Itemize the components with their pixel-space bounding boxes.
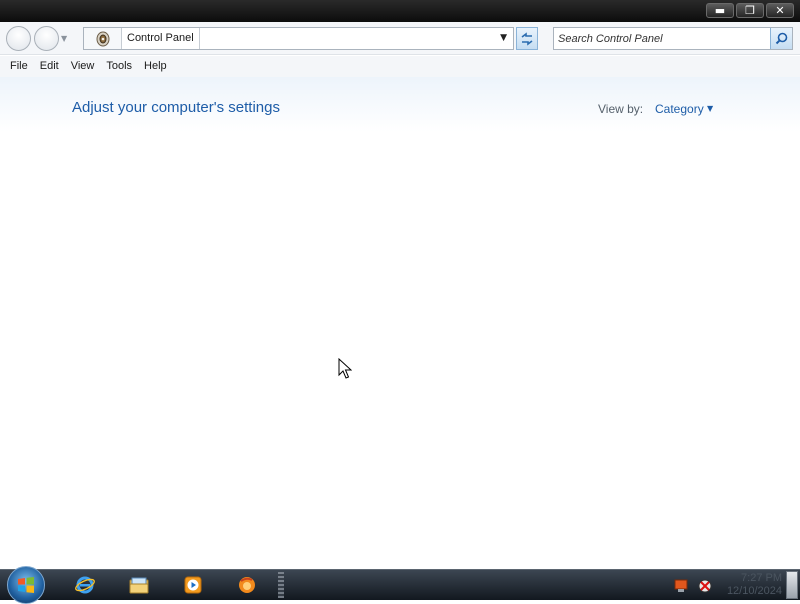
mouse-cursor-icon [338, 357, 353, 384]
taskbar-grip[interactable] [278, 572, 284, 598]
control-panel-content: Adjust your computer's settings View by:… [0, 77, 800, 569]
window-titlebar[interactable]: ▬ ❐ ✕ [0, 0, 800, 22]
view-by-label: View by: [598, 102, 644, 116]
windows-logo-icon [18, 577, 34, 593]
search-icon [775, 32, 788, 45]
menu-tools[interactable]: Tools [100, 56, 138, 77]
chevron-down-icon[interactable]: ▼ [707, 104, 713, 113]
search-input[interactable] [558, 30, 768, 47]
restore-button[interactable]: ❐ [736, 3, 764, 18]
menu-view[interactable]: View [65, 56, 101, 77]
search-box[interactable] [553, 27, 793, 50]
media-player-icon[interactable] [183, 575, 203, 595]
minimize-button[interactable]: ▬ [706, 3, 734, 18]
refresh-button[interactable] [516, 27, 538, 50]
forward-button[interactable] [34, 26, 59, 51]
start-button[interactable] [7, 566, 45, 604]
menu-help[interactable]: Help [138, 56, 173, 77]
network-icon[interactable] [698, 578, 712, 593]
search-button[interactable] [770, 28, 792, 49]
firefox-icon[interactable] [237, 575, 257, 595]
action-center-icon[interactable] [674, 578, 688, 592]
system-clock[interactable]: 7:27 PM 12/10/2024 [720, 572, 782, 598]
menu-bar: File Edit View Tools Help [0, 56, 800, 77]
menu-edit[interactable]: Edit [34, 56, 65, 77]
breadcrumb-control-panel[interactable]: Control Panel [122, 28, 200, 49]
caption-buttons: ▬ ❐ ✕ [706, 3, 794, 18]
menu-file[interactable]: File [4, 56, 34, 77]
control-panel-icon [84, 28, 122, 49]
page-title: Adjust your computer's settings [72, 99, 280, 116]
show-desktop-button[interactable] [786, 571, 798, 599]
view-by-dropdown[interactable]: Category [655, 102, 704, 116]
taskbar: 7:27 PM 12/10/2024 [0, 566, 800, 604]
recent-pages-dropdown[interactable]: ▼ [61, 34, 67, 43]
close-button[interactable]: ✕ [766, 3, 794, 18]
navigation-toolbar: ▼ Control Panel ▼ [0, 22, 800, 55]
clock-time: 7:27 PM [741, 572, 782, 584]
address-dropdown-icon[interactable]: ▼ [500, 33, 507, 43]
windows-explorer-icon[interactable] [129, 575, 149, 595]
address-bar[interactable]: Control Panel ▼ [83, 27, 514, 50]
refresh-icon [521, 31, 533, 46]
back-button[interactable] [6, 26, 31, 51]
clock-date: 12/10/2024 [726, 585, 782, 597]
internet-explorer-icon[interactable] [75, 575, 95, 595]
